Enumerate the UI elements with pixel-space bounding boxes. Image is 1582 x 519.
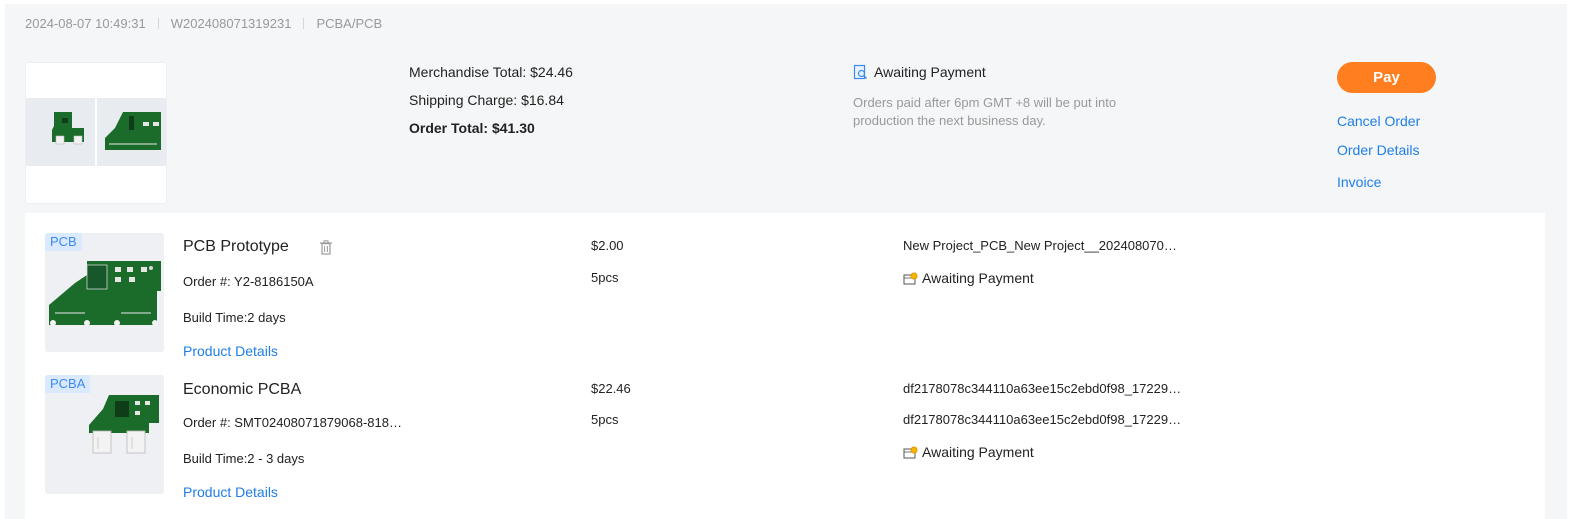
order-details-link[interactable]: Order Details	[1337, 142, 1419, 158]
divider	[157, 18, 159, 29]
product-status: Awaiting Payment	[903, 270, 1034, 286]
order-card: 2024-08-07 10:49:31 W202408071319231 PCB…	[5, 4, 1567, 519]
doc-search-icon	[853, 64, 868, 80]
wallet-coin-icon	[903, 445, 918, 458]
trash-icon[interactable]	[319, 239, 333, 255]
product-image-pcba[interactable]: PCBA	[45, 375, 164, 494]
product-title-text: Economic PCBA	[183, 381, 302, 398]
product-build-time: Build Time:2 - 3 days	[183, 451, 305, 466]
product-order-number: Order #: SMT02408071879068-818…	[183, 415, 402, 430]
product-file-name: df2178078c344110a63ee15c2ebd0f98_17229…	[903, 381, 1182, 396]
status-note: Orders paid after 6pm GMT +8 will be put…	[853, 95, 1117, 128]
status-text: Awaiting Payment	[874, 64, 986, 80]
order-status: Awaiting Payment Orders paid after 6pm G…	[853, 64, 1123, 130]
product-price: $2.00	[591, 238, 624, 253]
cancel-order-link[interactable]: Cancel Order	[1337, 113, 1420, 129]
order-items: PCB PCB Prototype Order #: Y2-8186150A B…	[25, 213, 1545, 519]
divider	[303, 18, 305, 29]
pay-button[interactable]: Pay	[1337, 62, 1436, 93]
order-totals: Merchandise Total: $24.46 Shipping Charg…	[409, 64, 573, 148]
order-meta: 2024-08-07 10:49:31 W202408071319231 PCB…	[25, 16, 382, 31]
wallet-coin-icon	[903, 271, 918, 284]
product-quantity: 5pcs	[591, 412, 619, 427]
product-status-text: Awaiting Payment	[922, 444, 1034, 460]
order-type: PCBA/PCB	[316, 16, 383, 31]
product-image-pcb[interactable]: PCB	[45, 233, 164, 352]
product-details-link[interactable]: Product Details	[183, 484, 278, 500]
pcb-thumbnail-image	[97, 98, 166, 166]
product-tag: PCB	[45, 233, 82, 251]
order-thumbnail[interactable]	[25, 62, 167, 204]
product-status-text: Awaiting Payment	[922, 270, 1034, 286]
shipping-charge: Shipping Charge: $16.84	[409, 92, 564, 108]
merchandise-total: Merchandise Total: $24.46	[409, 64, 573, 80]
pcba-thumbnail-image	[26, 98, 95, 166]
product-quantity: 5pcs	[591, 270, 619, 285]
product-title: PCB Prototype	[183, 238, 333, 256]
invoice-link[interactable]: Invoice	[1337, 174, 1381, 190]
product-order-number: Order #: Y2-8186150A	[183, 274, 314, 289]
product-details-link[interactable]: Product Details	[183, 343, 278, 359]
product-price: $22.46	[591, 381, 631, 396]
product-file-name: New Project_PCB_New Project__202408070…	[903, 238, 1177, 253]
product-title-text: PCB Prototype	[183, 238, 289, 255]
order-actions: Pay Cancel Order Order Details Invoice	[1337, 62, 1436, 190]
product-title: Economic PCBA	[183, 381, 301, 399]
product-build-time: Build Time:2 days	[183, 310, 286, 325]
order-total: Order Total: $41.30	[409, 120, 535, 136]
product-file-name-secondary: df2178078c344110a63ee15c2ebd0f98_17229…	[903, 412, 1182, 427]
product-tag: PCBA	[45, 375, 91, 393]
product-status: Awaiting Payment	[903, 444, 1034, 460]
order-datetime: 2024-08-07 10:49:31	[25, 16, 146, 31]
order-number[interactable]: W202408071319231	[171, 16, 292, 31]
